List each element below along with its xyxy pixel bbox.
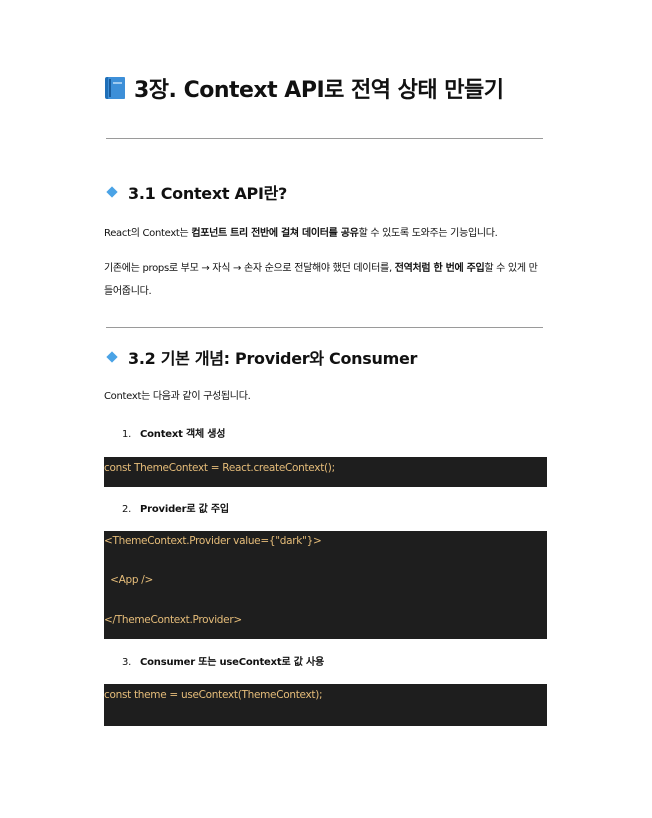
- paragraph-context-intro: React의 Context는 컴포넌트 트리 전반에 걸쳐 데이터를 공유할 …: [104, 222, 546, 245]
- diamond-icon: [106, 186, 118, 198]
- code-block-create-context: const ThemeContext = React.createContext…: [104, 457, 547, 487]
- section-heading-3-1: 3.1 Context API란?: [106, 180, 288, 204]
- section-heading-3-2: 3.2 기본 개념: Provider와 Consumer: [106, 345, 418, 369]
- paragraph-context-structure: Context는 다음과 같이 구성됩니다.: [104, 391, 251, 402]
- code-block-provider: <ThemeContext.Provider value={"dark"}> <…: [104, 531, 547, 639]
- divider: [106, 138, 543, 139]
- bold-text-run: 컴포넌트 트리 전반에 걸쳐 데이터를 공유: [191, 228, 359, 239]
- text-run: 기존에는 props로 부모 → 자식 → 손자 순으로 전달해야 했던 데이터…: [104, 263, 395, 274]
- code-line: const ThemeContext = React.createContext…: [104, 462, 335, 474]
- bold-text-run: 전역처럼 한 번에 주입: [394, 263, 485, 274]
- list-label: Consumer 또는 useContext로 값 사용: [140, 657, 325, 668]
- code-line: <App />: [104, 574, 153, 586]
- list-number: 2.: [122, 504, 132, 515]
- list-item-step-2: 2. Provider로 값 주입: [122, 500, 229, 515]
- code-line: const theme = useContext(ThemeContext);: [104, 689, 323, 701]
- list-number: 1.: [122, 429, 132, 440]
- diamond-icon: [106, 351, 118, 363]
- code-line: <ThemeContext.Provider value={"dark"}>: [104, 535, 322, 547]
- book-icon: [105, 77, 125, 99]
- document-page: 3장. Context API로 전역 상태 만들기 3.1 Context A…: [0, 0, 652, 818]
- section-heading-text: 3.2 기본 개념: Provider와 Consumer: [128, 349, 418, 368]
- text-run: 할 수 있도록 도와주는 기능입니다.: [358, 228, 498, 239]
- paragraph-props-explanation: 기존에는 props로 부모 → 자식 → 손자 순으로 전달해야 했던 데이터…: [104, 257, 546, 303]
- list-number: 3.: [122, 657, 132, 668]
- page-title: 3장. Context API로 전역 상태 만들기: [104, 72, 544, 104]
- divider: [106, 327, 543, 328]
- section-heading-text: 3.1 Context API란?: [128, 184, 288, 203]
- list-label: Provider로 값 주입: [140, 504, 229, 515]
- list-label: Context 객체 생성: [140, 429, 226, 440]
- code-line: </ThemeContext.Provider>: [104, 614, 242, 626]
- text-run: React의 Context는: [104, 228, 192, 239]
- list-item-step-1: 1. Context 객체 생성: [122, 425, 225, 440]
- page-title-text: 3장. Context API로 전역 상태 만들기: [134, 78, 504, 103]
- list-item-step-3: 3. Consumer 또는 useContext로 값 사용: [122, 653, 324, 668]
- code-block-use-context: const theme = useContext(ThemeContext);: [104, 684, 547, 726]
